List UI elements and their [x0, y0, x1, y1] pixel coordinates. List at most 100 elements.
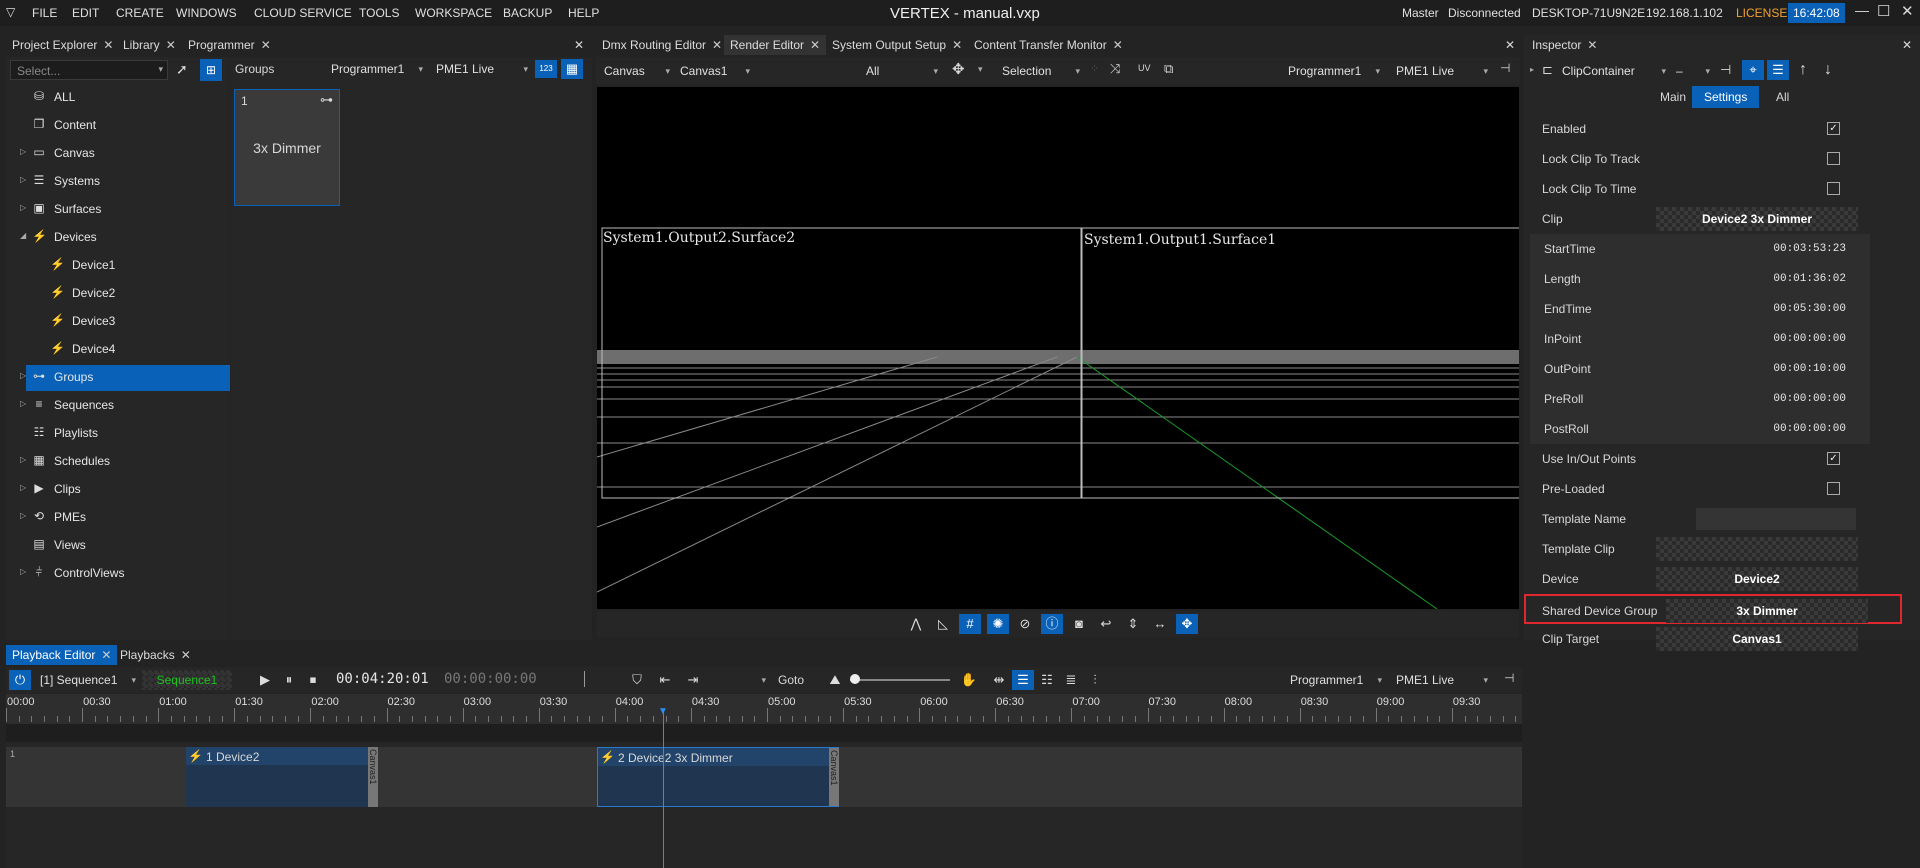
arrow-up-icon[interactable]: ↑ [1792, 60, 1814, 80]
sequence-dropdown[interactable]: [1] Sequence1 [40, 670, 136, 690]
pin-icon[interactable]: ⊣ [1720, 62, 1731, 78]
play-icon[interactable]: ▶ [254, 670, 276, 690]
prop-reference[interactable]: 3x Dimmer [1666, 599, 1868, 623]
close-icon[interactable]: ✕ [1113, 38, 1123, 52]
focus-icon[interactable]: ✥ [1176, 614, 1198, 634]
tab-playback-editor[interactable]: Playback Editor ✕ [6, 645, 118, 665]
menu-workspace[interactable]: WORKSPACE [415, 6, 492, 20]
prop-reference[interactable]: Device2 [1656, 567, 1858, 591]
expand-arrow-icon[interactable]: ▷ [20, 511, 26, 520]
menu-backup[interactable]: BACKUP [503, 6, 552, 20]
transform-icon[interactable]: ⤨ [1110, 61, 1120, 77]
tree-item-device2[interactable]: ⚡ Device2 [26, 281, 230, 307]
tree-item-all[interactable]: ⛁ ALL [26, 85, 230, 111]
expand-arrow-icon[interactable]: ▷ [20, 175, 26, 184]
prop-reference[interactable]: Device2 3x Dimmer [1656, 207, 1858, 231]
tree-item-devices[interactable]: ◢ ⚡ Devices [20, 225, 230, 251]
target-icon[interactable]: ⌖ [1742, 60, 1764, 80]
playhead-marker-icon[interactable]: ▼ [658, 706, 668, 717]
expand-icon[interactable]: ▸ [1530, 65, 1534, 74]
explorer-select[interactable]: Select... ▾ [10, 60, 168, 80]
expand-arrow-icon[interactable]: ▷ [20, 483, 26, 492]
close-icon[interactable]: ✕ [952, 38, 962, 52]
tab-content-transfer-monitor[interactable]: Content Transfer Monitor ✕ [968, 35, 1129, 55]
tree-view-icon[interactable]: ⊞ [200, 59, 222, 81]
menu-create[interactable]: CREATE [116, 6, 164, 20]
angle-icon[interactable]: ◺ [932, 614, 954, 634]
playback-pme-dropdown[interactable]: PME1 Live [1396, 670, 1488, 690]
hand-icon[interactable]: ✋ [958, 670, 980, 690]
canvas-dropdown[interactable]: Canvas [604, 61, 670, 81]
tree-item-controlviews[interactable]: ▷ ⫩ ControlViews [20, 561, 230, 587]
prop-value[interactable]: 00:00:10:00 [1773, 363, 1846, 375]
menu-windows[interactable]: WINDOWS [176, 6, 237, 20]
expand-arrow-icon[interactable]: ▷ [20, 567, 26, 576]
tree-item-device4[interactable]: ⚡ Device4 [26, 337, 230, 363]
tab-render-editor[interactable]: Render Editor ✕ [724, 35, 827, 55]
collapse-arrow-icon[interactable]: ◢ [20, 231, 26, 240]
checkbox-unchecked[interactable] [1827, 482, 1840, 495]
menu-cloud-service[interactable]: CLOUD SERVICE [254, 6, 352, 20]
expand-arrow-icon[interactable]: ▷ [20, 399, 26, 408]
render-programmer-dropdown[interactable]: Programmer1 [1288, 61, 1380, 81]
clip-item[interactable]: ⚡ 2 Device2 3x Dimmer Canvas1 [597, 747, 839, 807]
camera-icon[interactable]: ✺ [987, 614, 1009, 634]
template-name-input[interactable] [1696, 508, 1856, 530]
close-icon[interactable]: ✕ [166, 38, 176, 52]
grid-view-icon[interactable]: ▦ [561, 59, 583, 79]
close-icon[interactable]: ✕ [103, 38, 113, 52]
fit-horizontal-icon[interactable]: ↔ [1149, 614, 1171, 634]
pointer-icon[interactable]: ➚ [176, 61, 188, 78]
tree-item-sequences[interactable]: ▷ ≡ Sequences [20, 393, 230, 419]
tree-item-groups[interactable]: ▷ ⊶ Groups [20, 365, 230, 391]
tree-item-clips[interactable]: ▷ ▶ Clips [20, 477, 230, 503]
prop-value[interactable]: 00:00:00:00 [1773, 393, 1846, 405]
undo-icon[interactable]: ↩ [1095, 614, 1117, 634]
tree-item-device1[interactable]: ⚡ Device1 [26, 253, 230, 279]
pin-icon[interactable]: ⊣ [1500, 61, 1510, 75]
close-icon[interactable]: ✕ [1587, 38, 1597, 52]
close-panel-icon[interactable]: ✕ [1505, 38, 1515, 52]
fit-vertical-icon[interactable]: ⇕ [1122, 614, 1144, 634]
tree-item-systems[interactable]: ▷ ☰ Systems [20, 169, 230, 195]
move-icon[interactable]: ✥ [952, 60, 965, 78]
render-viewport[interactable]: System1.Output2.Surface2 System1.Output1… [597, 87, 1519, 609]
expand-arrow-icon[interactable]: ▷ [20, 147, 26, 156]
subtab-settings[interactable]: Settings [1692, 86, 1760, 108]
checkbox-unchecked[interactable] [1827, 152, 1840, 165]
close-icon[interactable]: ✕ [101, 648, 111, 662]
tab-system-output-setup[interactable]: System Output Setup ✕ [826, 35, 968, 55]
menu-help[interactable]: HELP [568, 6, 599, 20]
pin-icon[interactable]: ⊣ [1504, 671, 1514, 685]
expand-arrow-icon[interactable]: ▷ [20, 455, 26, 464]
chevron-down-icon[interactable]: ▾ [978, 64, 983, 75]
zoom-slider-handle[interactable] [850, 674, 860, 684]
track-row[interactable]: 1 ⚡ 1 Device2 Canvas1 ⚡ 2 Device2 3x Dim… [6, 747, 1522, 807]
tab-programmer[interactable]: Programmer ✕ [182, 35, 277, 55]
cue-icon[interactable]: ⛉ [626, 670, 648, 690]
prop-value[interactable]: 00:01:36:02 [1773, 273, 1846, 285]
expand-arrow-icon[interactable]: ▷ [20, 371, 26, 380]
tab-inspector[interactable]: Inspector ✕ [1526, 35, 1603, 55]
tab-project-explorer[interactable]: Project Explorer ✕ [6, 35, 119, 55]
filter-dropdown[interactable]: All [866, 61, 938, 81]
tree-item-canvas[interactable]: ▷ ▭ Canvas [20, 141, 230, 167]
groups-pme-dropdown[interactable]: PME1 Live [436, 59, 528, 79]
tab-dmx-routing-editor[interactable]: Dmx Routing Editor ✕ [596, 35, 728, 55]
vertex-logo-icon[interactable]: ▽ [6, 5, 15, 19]
subtab-all[interactable]: All [1770, 86, 1795, 108]
arrow-down-icon[interactable]: ↓ [1817, 60, 1839, 80]
prop-value[interactable]: 00:00:00:00 [1773, 333, 1846, 345]
dash-dropdown[interactable]: – [1676, 61, 1710, 81]
prop-value[interactable]: 00:05:30:00 [1773, 303, 1846, 315]
clip-item[interactable]: ⚡ 1 Device2 Canvas1 [186, 747, 378, 807]
checkbox-checked[interactable]: ✓ [1827, 452, 1840, 465]
add-track-icon[interactable]: ☷ [1036, 670, 1058, 690]
prop-value[interactable]: 00:00:00:00 [1773, 423, 1846, 435]
tree-item-device3[interactable]: ⚡ Device3 [26, 309, 230, 335]
tab-playbacks[interactable]: Playbacks ✕ [114, 645, 197, 665]
prop-reference[interactable]: Canvas1 [1656, 627, 1858, 651]
hide-icon[interactable]: ⊘ [1014, 614, 1036, 634]
stop-icon[interactable]: ⏹ [302, 670, 324, 690]
snapshot-icon[interactable]: ◙ [1068, 614, 1090, 634]
